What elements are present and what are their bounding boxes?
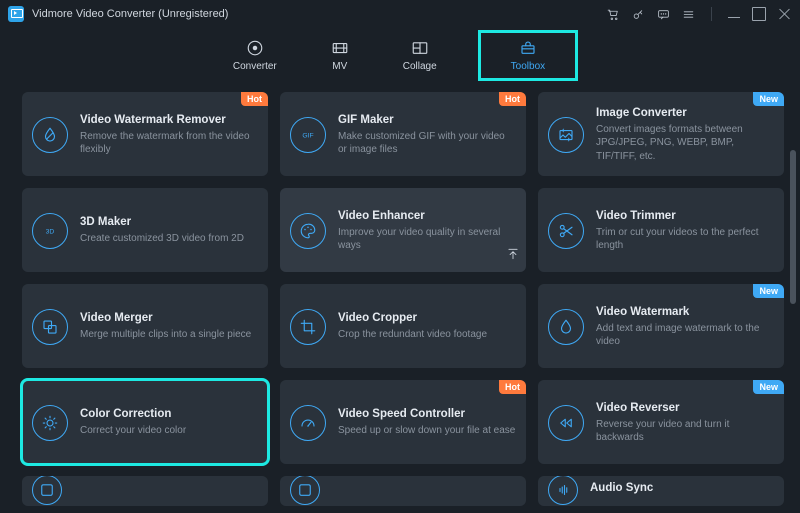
- audio-sync-icon: [548, 476, 578, 505]
- menu-icon[interactable]: [682, 8, 695, 21]
- tab-label: Collage: [403, 61, 437, 72]
- speedometer-icon: [290, 405, 326, 441]
- card-desc: Crop the redundant video footage: [338, 328, 516, 342]
- feedback-icon[interactable]: [657, 8, 670, 21]
- card-desc: Speed up or slow down your file at ease: [338, 424, 516, 438]
- scissors-icon: [548, 213, 584, 249]
- card-partial-2[interactable]: [280, 476, 526, 506]
- app-logo-icon: [8, 6, 24, 22]
- card-video-enhancer[interactable]: Video Enhancer Improve your video quality…: [280, 188, 526, 272]
- key-icon[interactable]: [632, 8, 645, 21]
- card-desc: Improve your video quality in several wa…: [338, 226, 516, 253]
- card-title: Color Correction: [80, 408, 258, 420]
- card-desc: Convert images formats between JPG/JPEG,…: [596, 123, 774, 164]
- titlebar-divider: [711, 7, 712, 21]
- card-title: Video Merger: [80, 312, 258, 324]
- tool-grid-scroll[interactable]: Hot Video Watermark Remover Remove the wa…: [0, 82, 790, 513]
- card-desc: Merge multiple clips into a single piece: [80, 328, 258, 342]
- close-button[interactable]: [778, 7, 792, 21]
- svg-text:GIF: GIF: [302, 132, 313, 139]
- card-video-reverser[interactable]: New Video Reverser Reverse your video and…: [538, 380, 784, 464]
- toolbox-content: Hot Video Watermark Remover Remove the wa…: [0, 82, 800, 513]
- card-video-watermark[interactable]: New Video Watermark Add text and image wa…: [538, 284, 784, 368]
- tab-collage[interactable]: Collage: [397, 37, 443, 74]
- card-desc: Add text and image watermark to the vide…: [596, 322, 774, 349]
- card-gif-maker[interactable]: Hot GIF GIF Maker Make customized GIF wit…: [280, 92, 526, 176]
- tab-label: Converter: [233, 61, 277, 72]
- card-title: GIF Maker: [338, 114, 516, 126]
- image-convert-icon: [548, 117, 584, 153]
- palette-icon: [290, 213, 326, 249]
- card-title: Video Speed Controller: [338, 408, 516, 420]
- tool-icon: [32, 476, 62, 505]
- card-title: Video Enhancer: [338, 210, 516, 222]
- card-video-speed-controller[interactable]: Hot Video Speed Controller Speed up or sl…: [280, 380, 526, 464]
- tool-grid: Hot Video Watermark Remover Remove the wa…: [22, 92, 784, 506]
- main-tabs: Converter MV Collage Toolbox: [0, 28, 800, 82]
- card-desc: Remove the watermark from the video flex…: [80, 130, 258, 157]
- card-desc: Trim or cut your videos to the perfect l…: [596, 226, 774, 253]
- card-title: Audio Sync: [590, 482, 774, 494]
- scrollbar[interactable]: [790, 82, 796, 513]
- card-title: Video Trimmer: [596, 210, 774, 222]
- badge-hot: Hot: [499, 92, 526, 106]
- tab-label: MV: [332, 61, 347, 72]
- mv-icon: [329, 39, 351, 57]
- tab-label: Toolbox: [511, 61, 545, 72]
- merge-icon: [32, 309, 68, 345]
- tool-icon: [290, 476, 320, 505]
- card-3d-maker[interactable]: 3D 3D Maker Create customized 3D video fr…: [22, 188, 268, 272]
- tab-converter[interactable]: Converter: [227, 37, 283, 74]
- toolbox-icon: [517, 39, 539, 57]
- card-color-correction[interactable]: Color Correction Correct your video color: [22, 380, 268, 464]
- water-drop-remove-icon: [32, 117, 68, 153]
- brightness-icon: [32, 405, 68, 441]
- card-video-cropper[interactable]: Video Cropper Crop the redundant video fo…: [280, 284, 526, 368]
- badge-new: New: [753, 284, 784, 298]
- card-partial-1[interactable]: [22, 476, 268, 506]
- minimize-button[interactable]: [728, 17, 740, 18]
- crop-icon: [290, 309, 326, 345]
- card-desc: Reverse your video and turn it backwards: [596, 418, 774, 445]
- card-title: Video Watermark Remover: [80, 114, 258, 126]
- scroll-top-icon[interactable]: [506, 247, 520, 266]
- card-title: 3D Maker: [80, 216, 258, 228]
- badge-new: New: [753, 380, 784, 394]
- 3d-icon: 3D: [32, 213, 68, 249]
- badge-hot: Hot: [499, 380, 526, 394]
- cart-icon[interactable]: [607, 8, 620, 21]
- tab-toolbox[interactable]: Toolbox: [483, 35, 573, 76]
- converter-icon: [244, 39, 266, 57]
- water-drop-icon: [548, 309, 584, 345]
- tab-mv[interactable]: MV: [323, 37, 357, 74]
- card-title: Video Reverser: [596, 402, 774, 414]
- card-title: Image Converter: [596, 107, 774, 119]
- collage-icon: [409, 39, 431, 57]
- badge-new: New: [753, 92, 784, 106]
- gif-icon: GIF: [290, 117, 326, 153]
- maximize-button[interactable]: [752, 7, 766, 21]
- card-title: Video Watermark: [596, 306, 774, 318]
- window-title: Vidmore Video Converter (Unregistered): [32, 8, 607, 20]
- card-audio-sync[interactable]: Audio Sync: [538, 476, 784, 506]
- rewind-icon: [548, 405, 584, 441]
- svg-text:3D: 3D: [46, 228, 55, 235]
- card-image-converter[interactable]: New Image Converter Convert images format…: [538, 92, 784, 176]
- card-desc: Create customized 3D video from 2D: [80, 232, 258, 246]
- card-title: Video Cropper: [338, 312, 516, 324]
- card-video-trimmer[interactable]: Video Trimmer Trim or cut your videos to …: [538, 188, 784, 272]
- badge-hot: Hot: [241, 92, 268, 106]
- card-desc: Make customized GIF with your video or i…: [338, 130, 516, 157]
- card-video-watermark-remover[interactable]: Hot Video Watermark Remover Remove the wa…: [22, 92, 268, 176]
- card-video-merger[interactable]: Video Merger Merge multiple clips into a …: [22, 284, 268, 368]
- scrollbar-thumb[interactable]: [790, 150, 796, 304]
- titlebar: Vidmore Video Converter (Unregistered): [0, 0, 800, 28]
- card-desc: Correct your video color: [80, 424, 258, 438]
